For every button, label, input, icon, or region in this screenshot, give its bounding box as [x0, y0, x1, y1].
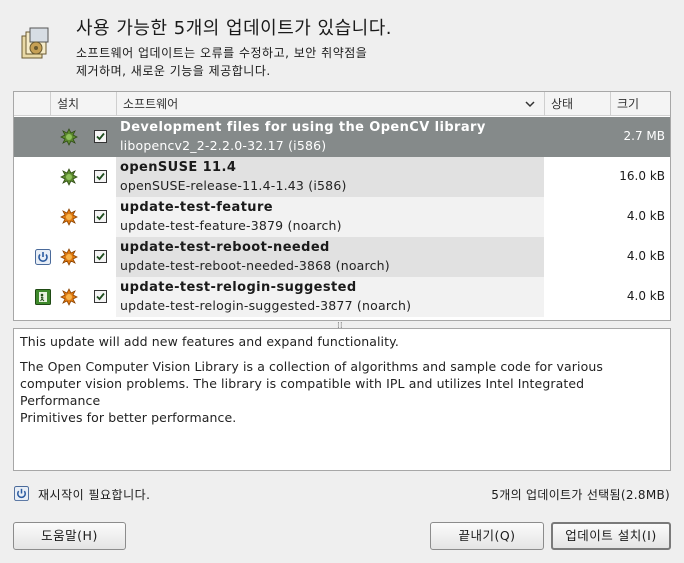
- update-name: Development files for using the OpenCV l…: [120, 120, 486, 135]
- update-description: This update will add new features and ex…: [13, 328, 671, 471]
- help-button[interactable]: 도움말(H): [13, 522, 126, 550]
- checkmark-icon: [96, 292, 105, 301]
- reboot-icon: [14, 486, 29, 501]
- update-package: update-test-reboot-needed-3868 (noarch): [120, 258, 390, 273]
- description-line: computer vision problems. The library is…: [20, 376, 585, 408]
- checkmark-icon: [96, 212, 105, 221]
- update-package: update-test-relogin-suggested-3877 (noar…: [120, 298, 412, 313]
- update-package: libopencv2_2-2.2.0-32.17 (i586): [120, 138, 327, 153]
- description-line: The Open Computer Vision Library is a co…: [20, 359, 603, 374]
- feature-icon: [60, 248, 78, 266]
- checkmark-icon: [96, 132, 105, 141]
- update-name: openSUSE 11.4: [120, 160, 237, 175]
- column-status[interactable]: 상태: [544, 92, 610, 116]
- recommended-icon: [60, 168, 78, 186]
- close-button[interactable]: 끝내기(Q): [430, 522, 544, 550]
- install-checkbox[interactable]: [94, 170, 107, 183]
- restart-required-label: 재시작이 필요합니다.: [38, 488, 151, 502]
- update-size: 2.7 MB: [623, 129, 665, 143]
- update-size: 4.0 kB: [626, 289, 665, 303]
- description-summary: This update will add new features and ex…: [20, 334, 399, 349]
- update-name: update-test-relogin-suggested: [120, 280, 357, 295]
- subtitle-line: 제거하며, 새로운 기능을 제공합니다.: [76, 64, 271, 78]
- column-software[interactable]: 소프트웨어: [116, 92, 544, 116]
- update-row[interactable]: update-test-feature update-test-feature-…: [14, 197, 670, 237]
- checkmark-icon: [96, 252, 105, 261]
- recommended-icon: [60, 128, 78, 146]
- feature-icon: [60, 288, 78, 306]
- page-title: 사용 가능한 5개의 업데이트가 있습니다.: [76, 18, 393, 39]
- reboot-icon: [35, 249, 51, 265]
- selected-summary: 5개의 업데이트가 선택됨(2.8MB): [491, 488, 670, 502]
- relogin-icon: [35, 289, 51, 305]
- install-checkbox[interactable]: [94, 130, 107, 143]
- checkmark-icon: [96, 172, 105, 181]
- update-package: openSUSE-release-11.4-1.43 (i586): [120, 178, 347, 193]
- update-size: 4.0 kB: [626, 209, 665, 223]
- page-subtitle: 소프트웨어 업데이트는 오류를 수정하고, 보안 취약점을 제거하며, 새로운 …: [76, 44, 367, 80]
- column-install[interactable]: 설치: [50, 92, 117, 116]
- subtitle-line: 소프트웨어 업데이트는 오류를 수정하고, 보안 취약점을: [76, 46, 368, 60]
- sort-chevron-down-icon[interactable]: [524, 98, 536, 110]
- update-name: update-test-reboot-needed: [120, 240, 330, 255]
- update-list[interactable]: 설치 소프트웨어 상태 크기 Development files for usi…: [13, 91, 671, 321]
- column-size[interactable]: 크기: [610, 92, 670, 116]
- feature-icon: [60, 208, 78, 226]
- update-name: update-test-feature: [120, 200, 273, 215]
- install-checkbox[interactable]: [94, 250, 107, 263]
- description-line: Primitives for better performance.: [20, 410, 237, 425]
- install-checkbox[interactable]: [94, 290, 107, 303]
- software-update-icon: [21, 27, 49, 59]
- update-row[interactable]: update-test-relogin-suggested update-tes…: [14, 277, 670, 317]
- update-row[interactable]: update-test-reboot-needed update-test-re…: [14, 237, 670, 277]
- update-size: 16.0 kB: [619, 169, 665, 183]
- update-size: 4.0 kB: [626, 249, 665, 263]
- update-row[interactable]: Development files for using the OpenCV l…: [14, 117, 670, 157]
- install-updates-button[interactable]: 업데이트 설치(I): [551, 522, 671, 550]
- description-body: The Open Computer Vision Library is a co…: [20, 358, 664, 426]
- install-checkbox[interactable]: [94, 210, 107, 223]
- update-package: update-test-feature-3879 (noarch): [120, 218, 342, 233]
- list-header: 설치 소프트웨어 상태 크기: [14, 92, 670, 116]
- update-row[interactable]: openSUSE 11.4 openSUSE-release-11.4-1.43…: [14, 157, 670, 197]
